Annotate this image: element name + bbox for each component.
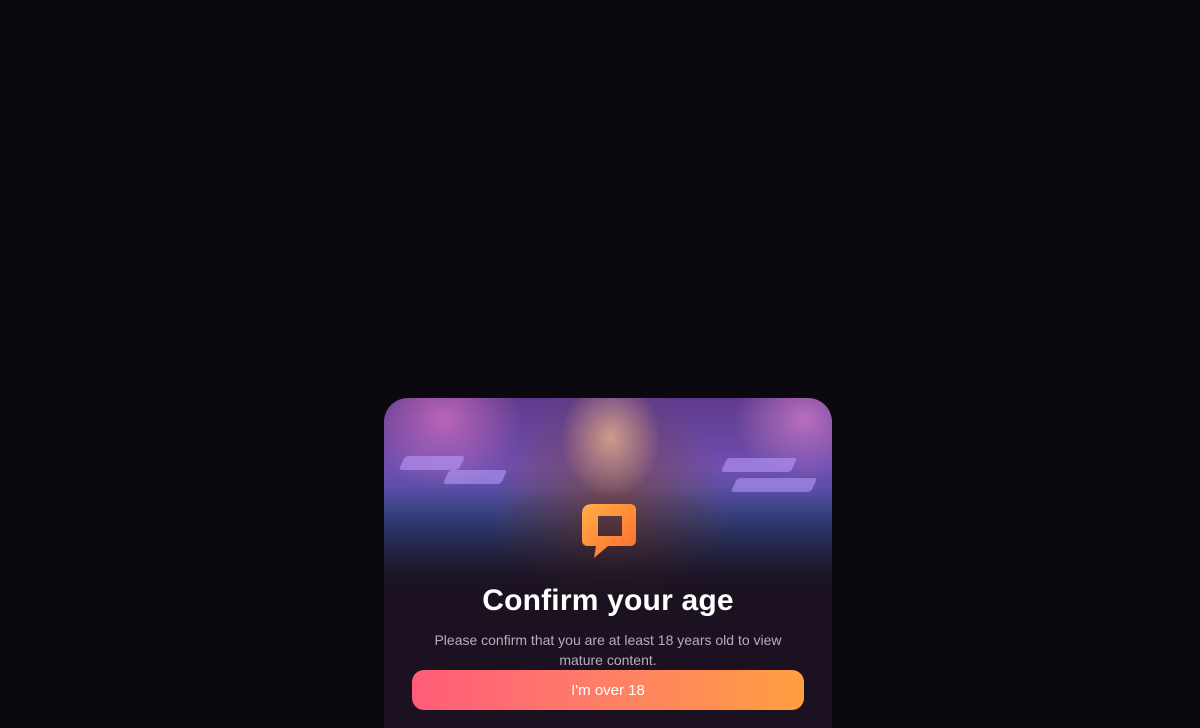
hero-image [384, 398, 832, 598]
modal-title: Confirm your age [482, 584, 734, 617]
confirm-age-button[interactable]: I'm over 18 [412, 670, 804, 710]
age-confirmation-modal: Confirm your age Please confirm that you… [384, 398, 832, 728]
chat-bubble-logo-icon [582, 504, 636, 558]
modal-message: Please confirm that you are at least 18 … [434, 632, 782, 668]
hero-fade [384, 398, 832, 598]
